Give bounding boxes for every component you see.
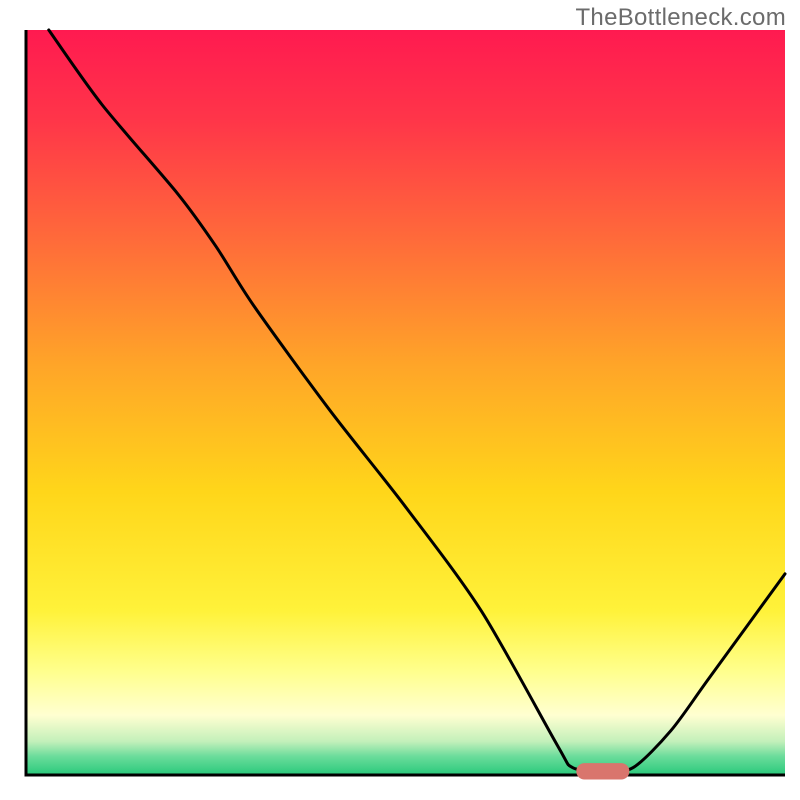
chart-container: TheBottleneck.com	[0, 0, 800, 800]
plot-background	[26, 30, 785, 775]
watermark-label: TheBottleneck.com	[575, 4, 786, 32]
bottleneck-curve-chart	[0, 0, 800, 800]
optimum-marker	[576, 763, 629, 779]
